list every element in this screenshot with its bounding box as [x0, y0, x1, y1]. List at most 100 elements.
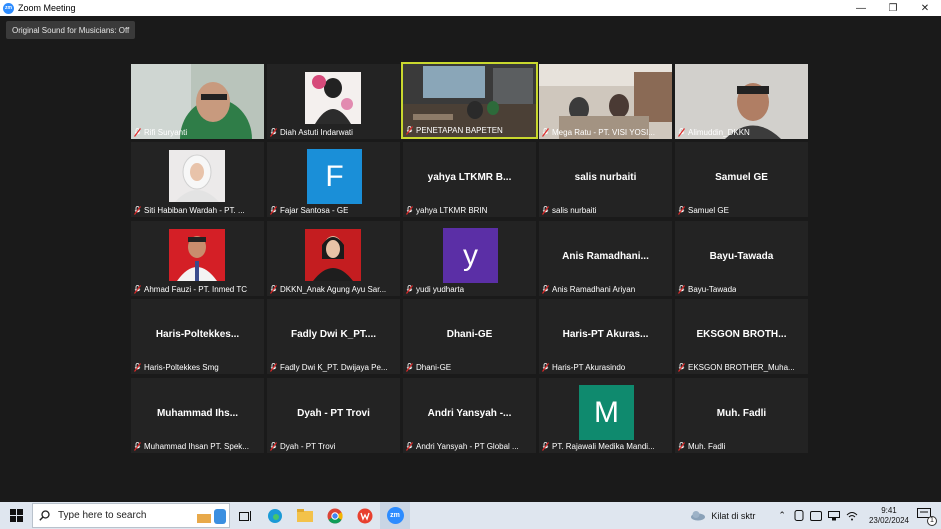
participant-display-name: EKSGON BROTH...: [696, 329, 787, 340]
search-placeholder: Type here to search: [58, 510, 147, 521]
participant-name-label: Siti Habiban Wardah - PT. ...: [134, 206, 261, 215]
zoom-taskbar-button[interactable]: zm: [380, 502, 410, 529]
participant-tile[interactable]: Siti Habiban Wardah - PT. ...: [131, 142, 264, 217]
restore-button[interactable]: ❐: [877, 0, 909, 16]
mic-muted-icon: [270, 285, 277, 294]
mic-muted-icon: [542, 206, 549, 215]
search-icon: [39, 510, 50, 521]
mic-muted-icon: [270, 363, 277, 372]
participant-name: Ahmad Fauzi - PT. Inmed TC: [144, 285, 247, 294]
mic-muted-icon: [406, 442, 413, 451]
participant-tile[interactable]: Bayu-Tawada Bayu-Tawada: [675, 221, 808, 296]
mic-muted-icon: [406, 363, 413, 372]
participant-tile[interactable]: Rifi Suryanti: [131, 64, 264, 139]
original-sound-button[interactable]: Original Sound for Musicians: Off: [6, 21, 136, 39]
participant-tile[interactable]: Ahmad Fauzi - PT. Inmed TC: [131, 221, 264, 296]
participant-name-label: Muh. Fadli: [678, 442, 805, 451]
participant-name-label: EKSGON BROTHER_Muha...: [678, 363, 805, 372]
windows-icon: [9, 509, 23, 522]
participant-tile[interactable]: Mega Ratu - PT. VISI YOSI...: [539, 64, 672, 139]
mic-muted-icon: [678, 442, 685, 451]
task-view-button[interactable]: [230, 502, 260, 529]
participant-name: Dhani-GE: [416, 363, 452, 372]
participant-name: EKSGON BROTHER_Muha...: [688, 363, 795, 372]
participant-tile[interactable]: salis nurbaiti salis nurbaiti: [539, 142, 672, 217]
mic-muted-icon: [134, 363, 141, 372]
mic-muted-icon: [406, 206, 413, 215]
participant-tile[interactable]: Anis Ramadhani... Anis Ramadhani Ariyan: [539, 221, 672, 296]
mic-muted-icon: [678, 206, 685, 215]
folder-icon: [297, 509, 313, 522]
participant-name-label: Andri Yansyah - PT Global ...: [406, 442, 533, 451]
participant-name-label: Anis Ramadhani Ariyan: [542, 285, 669, 294]
mic-muted-icon: [406, 126, 413, 135]
participant-tile[interactable]: yahya LTKMR B... yahya LTKMR BRIN: [403, 142, 536, 217]
start-button[interactable]: [0, 502, 32, 529]
window-title: Zoom Meeting: [18, 3, 76, 13]
participant-display-name: Dyah - PT Trovi: [297, 408, 370, 419]
weather-text[interactable]: Kilat di sktr: [711, 511, 755, 521]
network-icon[interactable]: [827, 510, 840, 521]
participant-tile[interactable]: Andri Yansyah -... Andri Yansyah - PT Glo…: [403, 378, 536, 453]
participant-tile[interactable]: Alimuddin_DKKN: [675, 64, 808, 139]
clock-time: 9:41: [881, 505, 897, 515]
participant-tile[interactable]: PENETAPAN BAPETEN: [401, 62, 538, 139]
participant-tile[interactable]: Diah Astuti Indarwati: [267, 64, 400, 139]
edge-button[interactable]: [260, 502, 290, 529]
mic-muted-icon: [134, 442, 141, 451]
participant-tile[interactable]: Dhani-GE Dhani-GE: [403, 299, 536, 374]
tray-chevron-up-icon[interactable]: ⌃: [778, 510, 786, 521]
clock-date: 23/02/2024: [868, 515, 909, 525]
participant-name: Haris-PT Akurasindo: [552, 363, 626, 372]
notification-button[interactable]: 1: [917, 507, 937, 526]
participant-name-label: Dhani-GE: [406, 363, 533, 372]
participant-name-label: Fajar Santosa - GE: [270, 206, 397, 215]
participant-tile[interactable]: EKSGON BROTH... EKSGON BROTHER_Muha...: [675, 299, 808, 374]
wifi-icon[interactable]: [846, 511, 858, 521]
participant-display-name: Andri Yansyah -...: [427, 408, 512, 419]
participant-name-label: yudi yudharta: [406, 285, 533, 294]
minimize-button[interactable]: —: [845, 0, 877, 16]
participant-tile[interactable]: F Fajar Santosa - GE: [267, 142, 400, 217]
participant-tile[interactable]: DKKN_Anak Agung Ayu Sar...: [267, 221, 400, 296]
participant-display-name: Haris-PT Akuras...: [562, 329, 649, 340]
participant-tile[interactable]: Samuel GE Samuel GE: [675, 142, 808, 217]
participant-name-label: Rifi Suryanti: [134, 128, 261, 137]
participant-tile[interactable]: Haris-Poltekkes... Haris-Poltekkes Smg: [131, 299, 264, 374]
participant-name-label: Fadly Dwi K_PT. Dwijaya Pe...: [270, 363, 397, 372]
mic-muted-icon: [542, 363, 549, 372]
chrome-icon: [327, 508, 343, 524]
tray-app-icon[interactable]: [794, 510, 804, 521]
profile-photo: [169, 229, 225, 281]
file-explorer-button[interactable]: [290, 502, 320, 529]
taskbar-search-box[interactable]: Type here to search: [32, 503, 230, 528]
avatar-letter: M: [579, 385, 634, 440]
mic-muted-icon: [678, 285, 685, 294]
wps-office-button[interactable]: [350, 502, 380, 529]
search-highlight-icon: [197, 508, 226, 524]
meet-now-icon[interactable]: [809, 510, 822, 521]
participant-name: salis nurbaiti: [552, 206, 597, 215]
participant-name-label: Samuel GE: [678, 206, 805, 215]
mic-muted-icon: [270, 442, 277, 451]
participant-name: Rifi Suryanti: [144, 128, 188, 137]
participant-name: Muhammad Ihsan PT. Spek...: [144, 442, 249, 451]
participant-tile[interactable]: Haris-PT Akuras... Haris-PT Akurasindo: [539, 299, 672, 374]
participant-display-name: Muh. Fadli: [716, 408, 767, 419]
participant-tile[interactable]: M PT. Rajawali Medika Mandi...: [539, 378, 672, 453]
participant-tile[interactable]: Dyah - PT Trovi Dyah - PT Trovi: [267, 378, 400, 453]
chrome-button[interactable]: [320, 502, 350, 529]
participant-tile[interactable]: y yudi yudharta: [403, 221, 536, 296]
task-view-icon: [238, 510, 251, 521]
participant-tile[interactable]: Muh. Fadli Muh. Fadli: [675, 378, 808, 453]
participant-name: yudi yudharta: [416, 285, 465, 294]
clock[interactable]: 9:41 23/02/2024: [869, 506, 909, 526]
wps-icon: [357, 508, 373, 523]
participant-name-label: Haris-Poltekkes Smg: [134, 363, 261, 372]
participant-name: Dyah - PT Trovi: [280, 442, 336, 451]
participant-tile[interactable]: Fadly Dwi K_PT.... Fadly Dwi K_PT. Dwijay…: [267, 299, 400, 374]
close-button[interactable]: ✕: [909, 0, 941, 16]
mic-muted-icon: [542, 442, 549, 451]
participant-tile[interactable]: Muhammad Ihs... Muhammad Ihsan PT. Spek..…: [131, 378, 264, 453]
edge-icon: [268, 508, 282, 523]
